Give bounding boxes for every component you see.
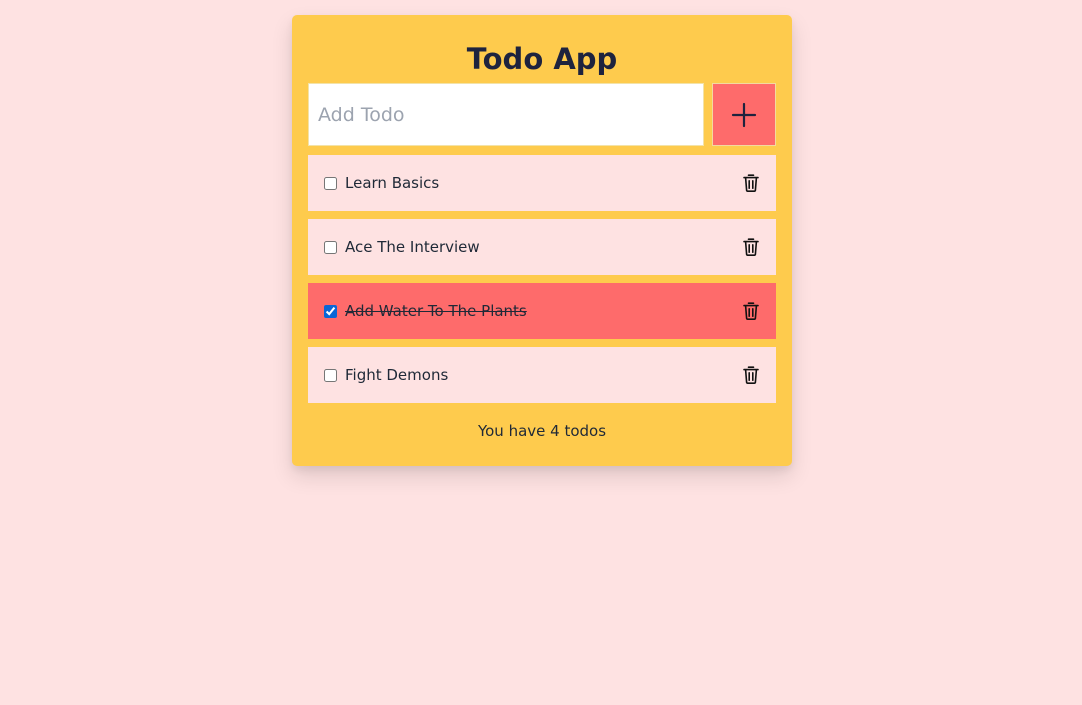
todo-label: Ace The Interview xyxy=(345,238,480,256)
add-todo-row xyxy=(308,83,776,146)
delete-todo-button[interactable] xyxy=(742,301,760,321)
trash-icon xyxy=(743,238,759,256)
todo-label: Learn Basics xyxy=(345,174,440,192)
page-title: Todo App xyxy=(466,42,618,76)
add-todo-input[interactable] xyxy=(308,83,704,146)
todo-list: Learn Basics Ace The Interview Add Water… xyxy=(308,155,776,411)
todo-item: Add Water To The Plants xyxy=(308,283,776,339)
todo-item: Fight Demons xyxy=(308,347,776,403)
delete-todo-button[interactable] xyxy=(742,173,760,193)
trash-icon xyxy=(743,174,759,192)
delete-todo-button[interactable] xyxy=(742,365,760,385)
todo-label: Fight Demons xyxy=(345,366,449,384)
todo-checkbox[interactable] xyxy=(324,176,337,190)
todo-item: Ace The Interview xyxy=(308,219,776,275)
delete-todo-button[interactable] xyxy=(742,237,760,257)
todo-count-text: You have 4 todos xyxy=(477,422,607,440)
todo-card: Todo App Learn Basics Ace The Interview xyxy=(292,15,792,466)
trash-icon xyxy=(743,366,759,384)
todo-checkbox[interactable] xyxy=(324,240,337,254)
todo-checkbox[interactable] xyxy=(324,368,337,382)
todo-item: Learn Basics xyxy=(308,155,776,211)
add-todo-button[interactable] xyxy=(712,83,776,146)
trash-icon xyxy=(743,302,759,320)
todo-label: Add Water To The Plants xyxy=(345,302,527,320)
plus-icon xyxy=(731,102,757,127)
todo-checkbox[interactable] xyxy=(324,304,337,318)
